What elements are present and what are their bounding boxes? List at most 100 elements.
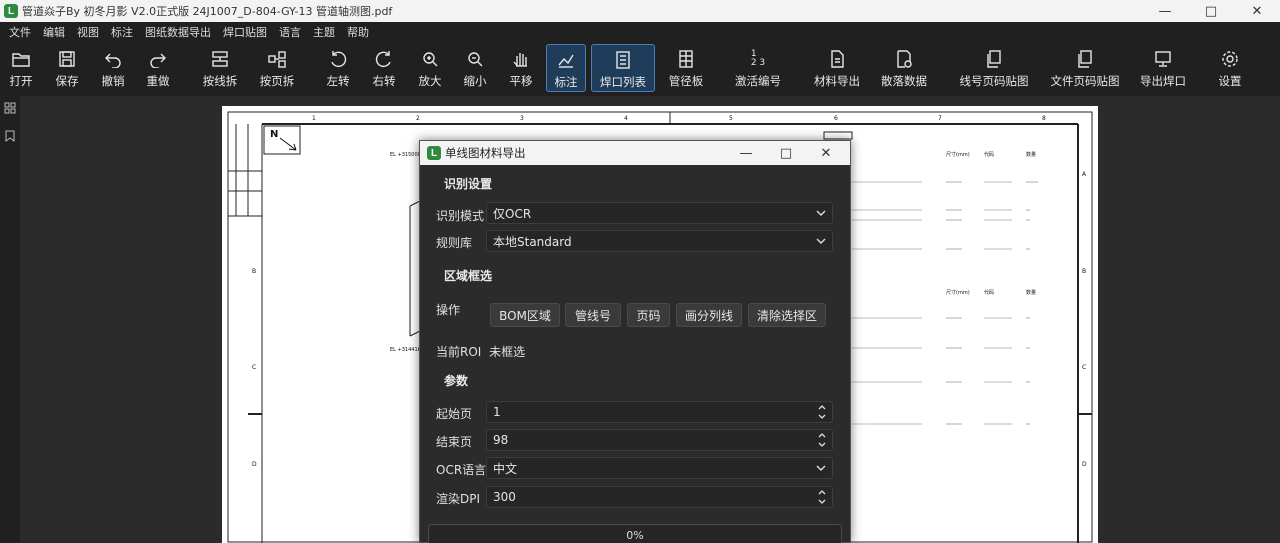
window-title-bar: L 管道焱子By 初冬月影 V2.0正式版 24J1007_D-804-GY-1… <box>0 0 1280 22</box>
split-by-line-button[interactable]: 按线拆 <box>198 44 242 92</box>
zoom-in-button[interactable]: 放大 <box>415 44 445 92</box>
rotate-left-button[interactable]: 左转 <box>323 44 353 92</box>
start-page-value: 1 <box>493 405 501 419</box>
material-export-button[interactable]: 材料导出 <box>813 44 861 92</box>
bom-region-button[interactable]: BOM区域 <box>490 303 560 327</box>
bom-header-size-2: 尺寸(mm) <box>946 289 970 296</box>
row-d-label: D <box>252 461 257 468</box>
weld-list-button[interactable]: 焊口列表 <box>591 44 655 92</box>
menu-theme[interactable]: 主题 <box>307 24 341 40</box>
redo-button[interactable]: 重做 <box>143 44 173 92</box>
start-page-spinbox[interactable]: 1 <box>486 401 833 423</box>
end-page-spinbox[interactable]: 98 <box>486 429 833 451</box>
rules-select[interactable]: 本地Standard <box>486 230 833 252</box>
board-icon <box>676 49 696 69</box>
pipe-board-button[interactable]: 管径板 <box>664 44 708 92</box>
mode-label: 识别模式 <box>436 209 485 223</box>
save-button[interactable]: 保存 <box>52 44 82 92</box>
bom-header-size: 尺寸(mm) <box>946 151 970 158</box>
mode-value: 仅OCR <box>493 206 532 221</box>
zoom-out-label: 缩小 <box>463 74 487 88</box>
bom-header-qty-2: 数量 <box>1026 289 1036 296</box>
maximize-button[interactable]: □ <box>1188 0 1234 22</box>
material-export-dialog: L 单线图材料导出 — □ ✕ 识别设置 识别模式 仅OCR 规则库 本地Sta… <box>419 140 851 543</box>
menu-language[interactable]: 语言 <box>273 24 307 40</box>
menu-bar: 文件 编辑 视图 标注 图纸数据导出 焊口贴图 语言 主题 帮助 <box>0 22 1280 42</box>
line-page-paste-button[interactable]: 线号页码贴图 <box>957 44 1031 92</box>
thumbnails-icon[interactable] <box>2 100 18 116</box>
spin-arrows-icon[interactable] <box>816 403 828 421</box>
column-7-label: 7 <box>938 115 942 122</box>
dialog-close-button[interactable]: ✕ <box>806 141 846 165</box>
left-rail <box>0 96 20 543</box>
split-by-page-label: 按页拆 <box>259 74 295 88</box>
page-number-button[interactable]: 页码 <box>627 303 670 327</box>
close-button[interactable]: ✕ <box>1234 0 1280 22</box>
undo-button[interactable]: 撤销 <box>98 44 128 92</box>
bookmark-icon[interactable] <box>2 128 18 144</box>
save-label: 保存 <box>55 74 79 88</box>
rotate-right-button[interactable]: 右转 <box>369 44 399 92</box>
end-page-value: 98 <box>493 433 509 447</box>
activate-numbering-button[interactable]: 12 3 激活编号 <box>733 44 783 92</box>
scatter-data-button[interactable]: 散落数据 <box>880 44 928 92</box>
menu-view[interactable]: 视图 <box>71 24 105 40</box>
scatter-data-label: 散落数据 <box>881 74 927 88</box>
dpi-spinbox[interactable]: 300 <box>486 486 833 508</box>
mode-select[interactable]: 仅OCR <box>486 202 833 224</box>
spin-arrows-icon[interactable] <box>816 488 828 506</box>
clear-selection-button[interactable]: 清除选择区 <box>748 303 826 327</box>
divide-columns-button[interactable]: 画分列线 <box>676 303 742 327</box>
dialog-title-bar: L 单线图材料导出 — □ ✕ <box>420 141 850 165</box>
menu-annotate[interactable]: 标注 <box>105 24 139 40</box>
window-title: 管道焱子By 初冬月影 V2.0正式版 24J1007_D-804-GY-13 … <box>22 5 393 18</box>
chevron-down-icon <box>814 205 828 221</box>
annotate-button[interactable]: 标注 <box>546 44 586 92</box>
column-3-label: 3 <box>520 115 524 122</box>
zoom-out-button[interactable]: 缩小 <box>460 44 490 92</box>
pipeline-number-button[interactable]: 管线号 <box>565 303 621 327</box>
export-weld-button[interactable]: 导出焊口 <box>1138 44 1188 92</box>
ops-label: 操作 <box>436 303 461 317</box>
file-page-paste-label: 文件页码贴图 <box>1050 74 1120 88</box>
start-page-label: 起始页 <box>436 407 473 421</box>
dialog-maximize-button[interactable]: □ <box>766 141 806 165</box>
activate-numbering-label: 激活编号 <box>735 74 781 88</box>
numbering-icon: 12 3 <box>750 49 766 68</box>
north-label: N <box>270 129 278 140</box>
roi-value: 未框选 <box>489 345 526 359</box>
save-icon <box>57 49 77 69</box>
split-by-page-button[interactable]: 按页拆 <box>255 44 299 92</box>
ocr-language-select[interactable]: 中文 <box>486 457 833 479</box>
ocr-language-label: OCR语言 <box>436 463 487 477</box>
menu-file[interactable]: 文件 <box>3 24 37 40</box>
elevation-bottom: EL +314416 <box>390 347 421 353</box>
row-c-label-right: C <box>1082 364 1086 371</box>
pan-button[interactable]: 平移 <box>506 44 536 92</box>
menu-export-drawing-data[interactable]: 图纸数据导出 <box>139 24 217 40</box>
open-label: 打开 <box>9 74 33 88</box>
rotate-right-label: 右转 <box>372 74 396 88</box>
menu-edit[interactable]: 编辑 <box>37 24 71 40</box>
dialog-title: 单线图材料导出 <box>445 146 526 160</box>
settings-button[interactable]: 设置 <box>1215 44 1245 92</box>
menu-help[interactable]: 帮助 <box>341 24 375 40</box>
menu-weld-paste[interactable]: 焊口贴图 <box>217 24 273 40</box>
open-button[interactable]: 打开 <box>6 44 36 92</box>
spin-arrows-icon[interactable] <box>816 431 828 449</box>
roi-label-text: 当前ROI <box>436 345 482 359</box>
split-page-icon <box>267 49 287 69</box>
annotate-icon <box>556 50 576 70</box>
gear-icon <box>1220 49 1240 69</box>
bom-header-code-2: 代码 <box>984 289 994 296</box>
export-progress-bar: 0% <box>428 524 842 543</box>
export-weld-label: 导出焊口 <box>1140 74 1186 88</box>
file-page-paste-button[interactable]: 文件页码贴图 <box>1048 44 1122 92</box>
copy-pages-icon <box>984 49 1004 69</box>
minimize-button[interactable]: — <box>1142 0 1188 22</box>
dialog-minimize-button[interactable]: — <box>726 141 766 165</box>
data-search-icon <box>894 49 914 69</box>
zoom-in-label: 放大 <box>418 74 442 88</box>
row-b-label: B <box>252 268 256 275</box>
undo-icon <box>103 49 123 69</box>
